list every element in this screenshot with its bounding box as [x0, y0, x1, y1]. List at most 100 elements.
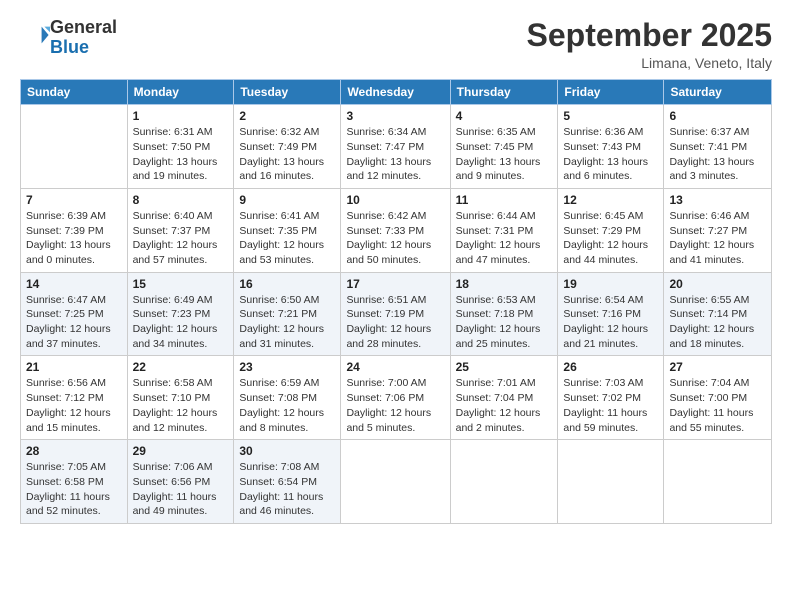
day-number: 15	[133, 277, 229, 291]
day-info: Sunrise: 6:56 AM Sunset: 7:12 PM Dayligh…	[26, 376, 122, 435]
calendar-cell: 21 Sunrise: 6:56 AM Sunset: 7:12 PM Dayli…	[21, 356, 128, 440]
day-info: Sunrise: 6:32 AM Sunset: 7:49 PM Dayligh…	[239, 125, 335, 184]
logo: General Blue	[20, 18, 117, 58]
calendar-cell: 3 Sunrise: 6:34 AM Sunset: 7:47 PM Daylig…	[341, 105, 450, 189]
calendar-cell: 5 Sunrise: 6:36 AM Sunset: 7:43 PM Daylig…	[558, 105, 664, 189]
day-number: 28	[26, 444, 122, 458]
weekday-header-thursday: Thursday	[450, 80, 558, 105]
calendar-cell: 26 Sunrise: 7:03 AM Sunset: 7:02 PM Dayli…	[558, 356, 664, 440]
day-number: 6	[669, 109, 766, 123]
day-info: Sunrise: 6:47 AM Sunset: 7:25 PM Dayligh…	[26, 293, 122, 352]
calendar-cell: 12 Sunrise: 6:45 AM Sunset: 7:29 PM Dayli…	[558, 188, 664, 272]
day-info: Sunrise: 6:34 AM Sunset: 7:47 PM Dayligh…	[346, 125, 444, 184]
calendar-cell: 9Sunrise: 6:41 AM Sunset: 7:35 PM Daylig…	[234, 188, 341, 272]
calendar-cell: 24 Sunrise: 7:00 AM Sunset: 7:06 PM Dayli…	[341, 356, 450, 440]
logo-text: General Blue	[50, 18, 117, 58]
calendar-cell: 29 Sunrise: 7:06 AM Sunset: 6:56 PM Dayli…	[127, 440, 234, 524]
day-info: Sunrise: 6:58 AM Sunset: 7:10 PM Dayligh…	[133, 376, 229, 435]
day-number: 1	[133, 109, 229, 123]
calendar-cell: 18 Sunrise: 6:53 AM Sunset: 7:18 PM Dayli…	[450, 272, 558, 356]
day-number: 20	[669, 277, 766, 291]
day-info: Sunrise: 6:36 AM Sunset: 7:43 PM Dayligh…	[563, 125, 658, 184]
calendar-cell: 11Sunrise: 6:44 AM Sunset: 7:31 PM Dayli…	[450, 188, 558, 272]
calendar-cell: 8 Sunrise: 6:40 AM Sunset: 7:37 PM Daylig…	[127, 188, 234, 272]
day-number: 2	[239, 109, 335, 123]
weekday-header-wednesday: Wednesday	[341, 80, 450, 105]
calendar: SundayMondayTuesdayWednesdayThursdayFrid…	[20, 79, 772, 524]
logo-line1: General	[50, 17, 117, 37]
calendar-cell: 20 Sunrise: 6:55 AM Sunset: 7:14 PM Dayli…	[664, 272, 772, 356]
logo-icon	[22, 21, 50, 49]
day-info: Sunrise: 6:53 AM Sunset: 7:18 PM Dayligh…	[456, 293, 553, 352]
day-number: 23	[239, 360, 335, 374]
day-info: Sunrise: 7:08 AM Sunset: 6:54 PM Dayligh…	[239, 460, 335, 519]
calendar-cell: 19Sunrise: 6:54 AM Sunset: 7:16 PM Dayli…	[558, 272, 664, 356]
day-number: 19	[563, 277, 658, 291]
calendar-cell: 1Sunrise: 6:31 AM Sunset: 7:50 PM Daylig…	[127, 105, 234, 189]
day-number: 22	[133, 360, 229, 374]
calendar-cell: 23 Sunrise: 6:59 AM Sunset: 7:08 PM Dayli…	[234, 356, 341, 440]
calendar-cell	[21, 105, 128, 189]
calendar-cell: 13 Sunrise: 6:46 AM Sunset: 7:27 PM Dayli…	[664, 188, 772, 272]
day-number: 13	[669, 193, 766, 207]
calendar-cell: 25Sunrise: 7:01 AM Sunset: 7:04 PM Dayli…	[450, 356, 558, 440]
calendar-cell: 2 Sunrise: 6:32 AM Sunset: 7:49 PM Daylig…	[234, 105, 341, 189]
day-number: 25	[456, 360, 553, 374]
day-info: Sunrise: 6:37 AM Sunset: 7:41 PM Dayligh…	[669, 125, 766, 184]
day-info: Sunrise: 7:05 AM Sunset: 6:58 PM Dayligh…	[26, 460, 122, 519]
calendar-cell: 30 Sunrise: 7:08 AM Sunset: 6:54 PM Dayli…	[234, 440, 341, 524]
calendar-cell: 17Sunrise: 6:51 AM Sunset: 7:19 PM Dayli…	[341, 272, 450, 356]
calendar-cell: 22 Sunrise: 6:58 AM Sunset: 7:10 PM Dayli…	[127, 356, 234, 440]
weekday-header-sunday: Sunday	[21, 80, 128, 105]
calendar-cell	[341, 440, 450, 524]
day-info: Sunrise: 6:40 AM Sunset: 7:37 PM Dayligh…	[133, 209, 229, 268]
day-number: 21	[26, 360, 122, 374]
day-info: Sunrise: 6:39 AM Sunset: 7:39 PM Dayligh…	[26, 209, 122, 268]
weekday-header-friday: Friday	[558, 80, 664, 105]
day-info: Sunrise: 7:06 AM Sunset: 6:56 PM Dayligh…	[133, 460, 229, 519]
title-block: September 2025 Limana, Veneto, Italy	[527, 18, 772, 71]
day-number: 24	[346, 360, 444, 374]
logo-line2: Blue	[50, 37, 89, 57]
week-row-1: 7Sunrise: 6:39 AM Sunset: 7:39 PM Daylig…	[21, 188, 772, 272]
month-title: September 2025	[527, 18, 772, 53]
calendar-cell: 28 Sunrise: 7:05 AM Sunset: 6:58 PM Dayli…	[21, 440, 128, 524]
header: General Blue September 2025 Limana, Vene…	[20, 18, 772, 71]
day-number: 3	[346, 109, 444, 123]
week-row-3: 21 Sunrise: 6:56 AM Sunset: 7:12 PM Dayli…	[21, 356, 772, 440]
day-number: 18	[456, 277, 553, 291]
calendar-cell	[664, 440, 772, 524]
day-number: 8	[133, 193, 229, 207]
day-number: 30	[239, 444, 335, 458]
calendar-cell: 15 Sunrise: 6:49 AM Sunset: 7:23 PM Dayli…	[127, 272, 234, 356]
week-row-2: 14Sunrise: 6:47 AM Sunset: 7:25 PM Dayli…	[21, 272, 772, 356]
day-info: Sunrise: 6:42 AM Sunset: 7:33 PM Dayligh…	[346, 209, 444, 268]
day-info: Sunrise: 7:04 AM Sunset: 7:00 PM Dayligh…	[669, 376, 766, 435]
day-number: 27	[669, 360, 766, 374]
day-number: 4	[456, 109, 553, 123]
day-info: Sunrise: 6:49 AM Sunset: 7:23 PM Dayligh…	[133, 293, 229, 352]
day-info: Sunrise: 7:03 AM Sunset: 7:02 PM Dayligh…	[563, 376, 658, 435]
day-info: Sunrise: 7:00 AM Sunset: 7:06 PM Dayligh…	[346, 376, 444, 435]
day-info: Sunrise: 6:35 AM Sunset: 7:45 PM Dayligh…	[456, 125, 553, 184]
day-number: 29	[133, 444, 229, 458]
day-info: Sunrise: 6:44 AM Sunset: 7:31 PM Dayligh…	[456, 209, 553, 268]
page: General Blue September 2025 Limana, Vene…	[0, 0, 792, 612]
day-number: 10	[346, 193, 444, 207]
location: Limana, Veneto, Italy	[527, 55, 772, 71]
calendar-cell: 27 Sunrise: 7:04 AM Sunset: 7:00 PM Dayli…	[664, 356, 772, 440]
day-info: Sunrise: 6:55 AM Sunset: 7:14 PM Dayligh…	[669, 293, 766, 352]
day-info: Sunrise: 6:46 AM Sunset: 7:27 PM Dayligh…	[669, 209, 766, 268]
calendar-cell	[450, 440, 558, 524]
day-number: 5	[563, 109, 658, 123]
day-number: 26	[563, 360, 658, 374]
day-number: 16	[239, 277, 335, 291]
weekday-header-row: SundayMondayTuesdayWednesdayThursdayFrid…	[21, 80, 772, 105]
calendar-cell: 14Sunrise: 6:47 AM Sunset: 7:25 PM Dayli…	[21, 272, 128, 356]
calendar-cell: 7Sunrise: 6:39 AM Sunset: 7:39 PM Daylig…	[21, 188, 128, 272]
day-info: Sunrise: 6:45 AM Sunset: 7:29 PM Dayligh…	[563, 209, 658, 268]
day-number: 12	[563, 193, 658, 207]
day-number: 9	[239, 193, 335, 207]
day-info: Sunrise: 6:59 AM Sunset: 7:08 PM Dayligh…	[239, 376, 335, 435]
calendar-cell: 6 Sunrise: 6:37 AM Sunset: 7:41 PM Daylig…	[664, 105, 772, 189]
